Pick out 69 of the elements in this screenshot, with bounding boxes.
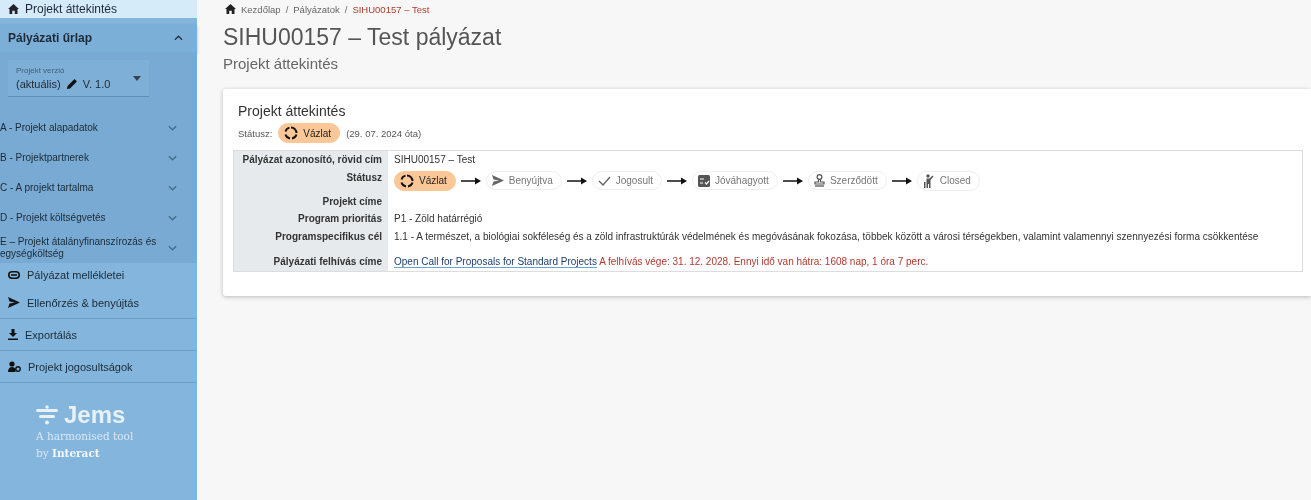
circle-progress-icon	[284, 126, 299, 140]
sidebar-item[interactable]: A - Projekt alapadatok	[0, 113, 197, 143]
arrow-icon	[666, 176, 687, 185]
sidebar-item[interactable]: Pályázat mellékletei	[0, 263, 197, 287]
status-step: Vázlat	[394, 170, 456, 191]
home-icon	[225, 4, 236, 14]
download-icon	[8, 329, 18, 340]
field-label: Pályázati felhívás címe	[233, 253, 388, 271]
field-label: Pályázat azonosító, rövid cím	[233, 150, 388, 169]
breadcrumb-link[interactable]: Kezdőlap	[241, 3, 281, 15]
caret-down-icon	[133, 75, 141, 81]
field-label: Státusz	[233, 168, 388, 193]
breadcrumb-link[interactable]: Pályázatok	[293, 3, 340, 15]
status-label: Státusz:	[238, 127, 273, 139]
arrow-icon	[566, 176, 587, 185]
sidebar-item[interactable]: Exportálás	[0, 319, 197, 351]
send-icon	[8, 297, 20, 308]
deadline-note: A felhívás vége: 31. 12. 2028. Ennyi idő van hátra: 1608 nap, 1 óra 7 perc.	[599, 256, 929, 267]
sidebar-item[interactable]: Projekt áttekintés	[0, 0, 197, 18]
status-step: Benyújtva	[485, 170, 562, 191]
sidebar-item[interactable]: B - Projektpartnerek	[0, 143, 197, 173]
sidebar-item[interactable]: E – Projekt átalányfinanszírozás és egységköltség	[0, 233, 197, 263]
send-icon	[491, 175, 504, 186]
page-subtitle: Projekt áttekintés	[223, 55, 340, 72]
page-title: SIHU00157 – Test pályázat	[223, 24, 503, 51]
call-link[interactable]: Open Call for Proposals for Standard Projects	[394, 256, 597, 268]
chevron-down-icon	[168, 185, 177, 191]
status-step: Closed	[916, 170, 980, 191]
chevron-down-icon	[168, 125, 177, 131]
link-icon	[8, 271, 20, 279]
tagline: by Interact	[36, 445, 101, 461]
card-title: Projekt áttekintés	[238, 103, 347, 119]
sidebar-item[interactable]: D - Projekt költségvetés	[0, 203, 197, 233]
circle-progress-icon	[400, 173, 414, 188]
arrow-icon	[891, 176, 912, 185]
status-step: Szerződött	[807, 170, 887, 191]
chevron-down-icon	[168, 245, 177, 251]
chevron-down-icon	[168, 215, 177, 221]
status-step: Jogosult	[591, 170, 662, 191]
status-date: (29. 07. 2024 óta)	[346, 127, 422, 139]
status-badge: Vázlat	[278, 123, 341, 143]
logo-icon	[36, 405, 58, 425]
chevron-down-icon	[168, 155, 177, 161]
field-value: P1 - Zöld határrégió	[388, 210, 1303, 228]
user-gear-icon	[8, 361, 21, 372]
sidebar-item[interactable]: Ellenőrzés & benyújtás	[0, 287, 197, 319]
tagline: A harmonised tool	[36, 429, 135, 444]
field-value: 1.1 - A természet, a biológiai sokféleség és a zöld infrastruktúrák védelmének és megóvásának fokozása, többek között a városi térségekben, valamint valamennyi szennyezési forma csökkentése	[388, 227, 1303, 253]
arrow-icon	[460, 176, 481, 185]
person-figure-icon	[922, 173, 935, 188]
status-step: Jóváhagyott	[691, 170, 778, 191]
field-label: Program prioritás	[233, 210, 388, 228]
arrow-icon	[782, 176, 803, 185]
breadcrumb-separator: /	[344, 3, 348, 15]
breadcrumb-separator: /	[285, 3, 289, 15]
sidebar-item[interactable]: Projekt jogosultságok	[0, 351, 197, 383]
version-select[interactable]: Projekt verzió (aktuális) V. 1.0	[8, 60, 149, 97]
field-label: Programspecifikus cél	[233, 227, 388, 253]
logo-text: Jems	[64, 403, 126, 427]
sidebar-item[interactable]: C - A projekt tartalma	[0, 173, 197, 203]
breadcrumb-current[interactable]: SIHU00157 – Test	[352, 3, 430, 15]
stamp-icon	[813, 174, 825, 187]
chevron-up-icon	[174, 35, 183, 41]
checklist-icon	[697, 174, 710, 187]
check-icon	[597, 175, 611, 186]
home-icon	[8, 4, 19, 14]
section-header[interactable]: Pályázati űrlap	[0, 24, 197, 52]
field-value: SIHU00157 – Test	[388, 150, 1303, 169]
pencil-icon	[65, 78, 78, 90]
